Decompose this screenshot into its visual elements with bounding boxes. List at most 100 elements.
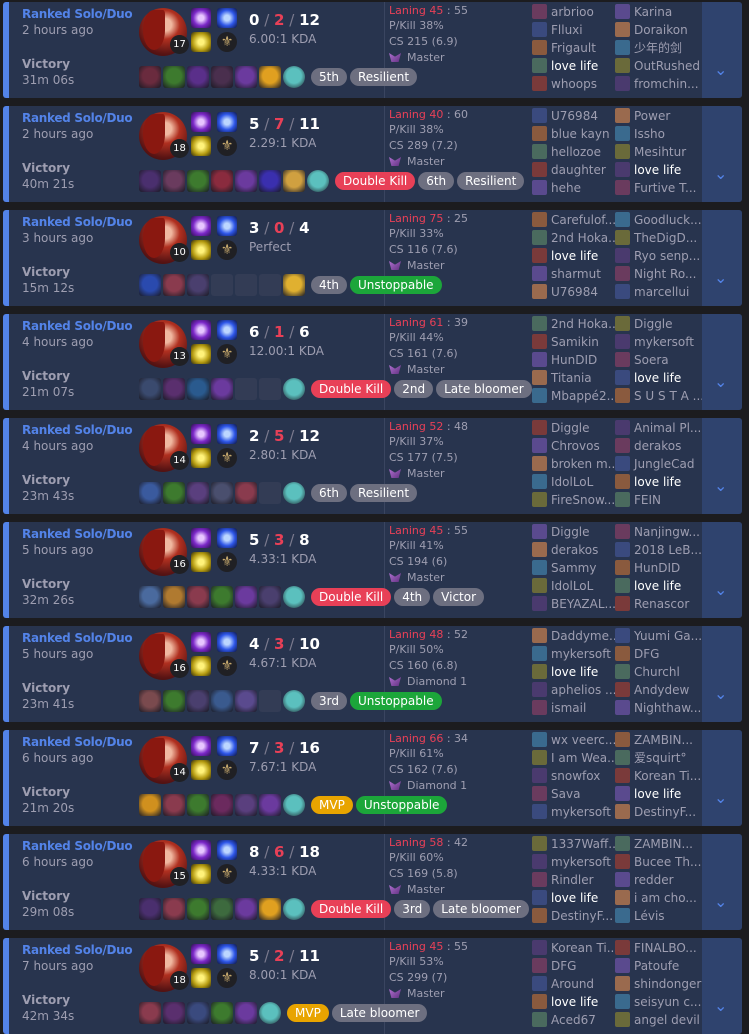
item-icon[interactable] [187, 1002, 209, 1024]
participant[interactable]: love life [532, 663, 620, 681]
item-icon[interactable] [163, 274, 185, 296]
participant[interactable]: Furtive T... [615, 179, 696, 197]
item-icon[interactable] [139, 170, 161, 192]
item-icon[interactable] [163, 170, 185, 192]
participant[interactable]: redder [615, 871, 701, 889]
participant[interactable]: U76984 [532, 283, 620, 301]
participant[interactable]: ZAMBIN... [615, 731, 701, 749]
participant[interactable]: whoops [532, 75, 598, 93]
item-icon[interactable] [235, 586, 257, 608]
item-icon[interactable] [163, 1002, 185, 1024]
participant[interactable]: U76984 [532, 107, 610, 125]
item-icon[interactable] [211, 378, 233, 400]
participant[interactable]: hehe [532, 179, 610, 197]
expand-button[interactable]: ⌄ [702, 314, 742, 410]
summoner-spell-2-icon[interactable] [217, 528, 237, 548]
item-icon[interactable] [259, 586, 281, 608]
participant[interactable]: love life [615, 161, 696, 179]
summoner-spell-2-icon[interactable] [217, 216, 237, 236]
ward-item-icon[interactable] [283, 690, 305, 712]
item-icon[interactable] [235, 794, 257, 816]
expand-button[interactable]: ⌄ [702, 2, 742, 98]
participant[interactable]: Bucee Th... [615, 853, 701, 871]
primary-rune-icon[interactable] [191, 864, 211, 884]
participant[interactable]: Doraikon [615, 21, 700, 39]
item-icon[interactable] [187, 586, 209, 608]
primary-rune-icon[interactable] [191, 448, 211, 468]
item-icon[interactable] [235, 898, 257, 920]
participant[interactable]: hellozoe [532, 143, 610, 161]
item-icon[interactable] [163, 482, 185, 504]
participant[interactable]: mykersoft [532, 803, 619, 821]
expand-button[interactable]: ⌄ [702, 834, 742, 930]
item-icon[interactable] [163, 378, 185, 400]
participant[interactable]: Samikin [532, 333, 620, 351]
item-icon[interactable] [211, 274, 233, 296]
participant[interactable]: 1337Waff... [532, 835, 620, 853]
item-icon[interactable] [211, 794, 233, 816]
ward-item-icon[interactable] [283, 586, 305, 608]
ward-item-icon[interactable] [283, 898, 305, 920]
participant[interactable]: derakos [615, 437, 701, 455]
participant[interactable]: Churchl [615, 663, 702, 681]
match-card[interactable]: Ranked Solo/Duo 5 hours ago Victory 23m 41s… [3, 626, 742, 722]
item-icon[interactable] [235, 482, 257, 504]
item-icon[interactable] [139, 586, 161, 608]
item-icon[interactable] [139, 482, 161, 504]
summoner-spell-1-icon[interactable] [191, 8, 211, 28]
participant[interactable]: TheDigD... [615, 229, 702, 247]
participant[interactable]: Diggle [532, 523, 616, 541]
participant[interactable]: JungleCad [615, 455, 701, 473]
primary-rune-icon[interactable] [191, 344, 211, 364]
item-icon[interactable] [211, 586, 233, 608]
participant[interactable]: Andydew [615, 681, 702, 699]
participant[interactable]: derakos [532, 541, 616, 559]
secondary-rune-icon[interactable]: ⚜ [217, 656, 237, 676]
item-icon[interactable] [235, 170, 257, 192]
participant[interactable]: HunDID [615, 559, 702, 577]
participant[interactable]: love life [615, 785, 701, 803]
item-icon[interactable] [259, 66, 281, 88]
summoner-spell-1-icon[interactable] [191, 736, 211, 756]
participant[interactable]: Sava [532, 785, 619, 803]
participant[interactable]: Mesihtur [615, 143, 696, 161]
item-icon[interactable] [139, 1002, 161, 1024]
summoner-spell-2-icon[interactable] [217, 944, 237, 964]
item-icon[interactable] [259, 482, 281, 504]
item-icon[interactable] [259, 274, 281, 296]
expand-button[interactable]: ⌄ [702, 626, 742, 722]
expand-button[interactable]: ⌄ [702, 106, 742, 202]
primary-rune-icon[interactable] [191, 240, 211, 260]
primary-rune-icon[interactable] [191, 32, 211, 52]
participant[interactable]: Goodluck... [615, 211, 702, 229]
item-icon[interactable] [235, 274, 257, 296]
summoner-spell-1-icon[interactable] [191, 216, 211, 236]
participant[interactable]: Sammy [532, 559, 616, 577]
participant[interactable]: Nighthaw... [615, 699, 702, 717]
item-icon[interactable] [163, 66, 185, 88]
participant[interactable]: Carefulof... [532, 211, 620, 229]
participant[interactable]: ZAMBIN... [615, 835, 701, 853]
summoner-spell-1-icon[interactable] [191, 840, 211, 860]
item-icon[interactable] [139, 690, 161, 712]
participant[interactable]: broken m... [532, 455, 619, 473]
item-icon[interactable] [259, 690, 281, 712]
item-icon[interactable] [283, 274, 305, 296]
item-icon[interactable] [211, 690, 233, 712]
item-icon[interactable] [259, 378, 281, 400]
secondary-rune-icon[interactable]: ⚜ [217, 448, 237, 468]
match-card[interactable]: Ranked Solo/Duo 6 hours ago Victory 29m 08s… [3, 834, 742, 930]
summoner-spell-1-icon[interactable] [191, 528, 211, 548]
item-icon[interactable] [163, 898, 185, 920]
primary-rune-icon[interactable] [191, 760, 211, 780]
participant[interactable]: DestinyF... [615, 803, 701, 821]
participant[interactable]: 2018 LeB... [615, 541, 702, 559]
secondary-rune-icon[interactable]: ⚜ [217, 864, 237, 884]
item-icon[interactable] [163, 794, 185, 816]
item-icon[interactable] [211, 1002, 233, 1024]
participant[interactable]: love life [532, 57, 598, 75]
participant[interactable]: Animal Pl... [615, 419, 701, 437]
participant[interactable]: Around [532, 975, 618, 993]
participant[interactable]: Karina [615, 3, 700, 21]
primary-rune-icon[interactable] [191, 136, 211, 156]
